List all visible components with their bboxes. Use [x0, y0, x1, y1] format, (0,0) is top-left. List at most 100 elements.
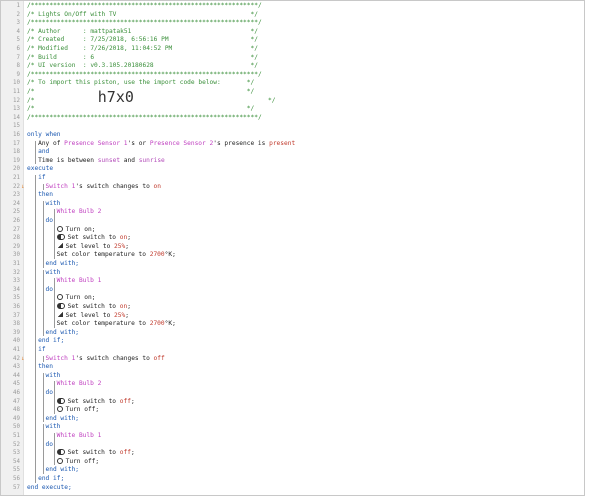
code-line: 1 /**************************************…	[1, 2, 585, 11]
code-line: 34 do	[1, 286, 585, 295]
code-token: 25%	[114, 311, 126, 319]
code-text: Any of Presence Sensor 1's or Presence S…	[38, 140, 295, 149]
code-token: Set switch to	[67, 234, 120, 242]
code-token: White Bulb 1	[56, 432, 102, 439]
level-icon	[56, 312, 63, 318]
line-number: 7	[16, 54, 21, 61]
code-token: present	[269, 139, 296, 147]
code-line: 12 /* h7x0 */	[1, 89, 585, 106]
code-line: 48 Turn off;	[1, 406, 585, 415]
code-token: Set switch to	[67, 303, 120, 310]
code-line: 40 end if;	[1, 337, 585, 346]
code-token: off	[153, 354, 165, 362]
code-token: end with;	[45, 260, 80, 267]
line-number: 42	[13, 355, 20, 362]
code-line: 32 with	[1, 269, 585, 278]
line-number: 31	[13, 261, 20, 267]
code-line: 52 do	[1, 441, 585, 450]
line-number: 36	[13, 304, 20, 310]
code-token: 25%	[114, 242, 126, 250]
code-token: ;	[130, 449, 135, 457]
line-number: 41	[13, 347, 20, 353]
code-token: Set switch to	[67, 449, 120, 457]
code-text: if	[38, 346, 45, 355]
code-token: /* */	[27, 105, 255, 113]
code-token: Set switch to	[67, 397, 120, 405]
code-token: °K;	[164, 320, 176, 328]
code-token: Set level to	[65, 311, 115, 319]
code-token: 's presence is	[213, 139, 270, 147]
code-text: /***************************************…	[27, 114, 262, 123]
code-line: 55 end with;	[1, 466, 585, 475]
code-text: /* To import this piston, use the import…	[27, 79, 254, 88]
line-number: 29	[13, 243, 20, 250]
line-number: 56	[13, 476, 20, 482]
line-number: 51	[13, 433, 20, 439]
code-line: 2 /* Lights On/Off with TV */	[1, 11, 585, 20]
block-rail	[53, 433, 55, 466]
code-line: 31 end with;	[1, 260, 585, 269]
code-line: 36 Set switch to on;	[1, 303, 585, 312]
line-number: 5	[16, 37, 21, 44]
code-token: end execute;	[27, 483, 72, 491]
code-text: /* UI version : v0.3.105.20180628 */	[27, 62, 258, 71]
line-number: 8	[16, 63, 21, 70]
code-token: /* Lights On/Off with TV */	[27, 10, 258, 18]
line-number: 21	[13, 175, 20, 181]
block-rail	[42, 269, 44, 337]
code-token: and	[120, 156, 139, 164]
code-text: end with;	[46, 415, 80, 424]
line-number: 20	[13, 166, 20, 173]
code-line: 9 /**************************************…	[1, 71, 585, 80]
code-token: end with;	[45, 328, 80, 336]
code-line: 5 /* Created : 7/25/2018, 6:56:16 PM */	[1, 36, 585, 45]
line-number: 11	[13, 89, 20, 95]
block-rail	[53, 209, 55, 259]
code-text: execute	[27, 165, 53, 174]
code-token: Presence Sensor 1	[64, 139, 128, 147]
code-token: White Bulb 2	[56, 380, 102, 388]
code-text: Switch 1's switch changes to off	[46, 355, 165, 364]
code-text: Set switch to on;	[56, 234, 131, 243]
code-token: Turn on;	[65, 294, 96, 302]
code-text: with	[46, 200, 61, 209]
code-line: 56 end if;	[1, 475, 585, 484]
line-number: 23	[13, 192, 20, 199]
code-text: end if;	[38, 475, 64, 484]
line-number: 4	[16, 28, 21, 35]
code-line: 44 with	[1, 372, 585, 381]
code-line: 22 ↓ Switch 1's switch changes to on	[1, 183, 585, 192]
code-token: with	[45, 371, 61, 379]
code-token: ;	[125, 311, 129, 319]
code-token: /***************************************…	[27, 70, 262, 78]
code-token: h7x0	[97, 87, 134, 106]
line-number: 30	[13, 252, 20, 259]
code-line: 14 /*************************************…	[1, 114, 585, 123]
block-rail	[42, 183, 44, 191]
code-token: and	[38, 148, 50, 156]
code-token: off	[119, 397, 131, 405]
line-number: 54	[13, 458, 20, 465]
code-line: 25 White Bulb 2	[1, 208, 585, 217]
line-number: 27	[13, 226, 20, 233]
line-number: 37	[13, 312, 20, 319]
code-token: Any of	[38, 139, 65, 147]
code-text: then	[38, 363, 53, 372]
code-line: 53 Set switch to off;	[1, 449, 585, 458]
code-token: do	[45, 440, 53, 448]
line-number: 49	[13, 415, 20, 422]
code-line: 13 /* */	[1, 105, 585, 114]
power-icon	[56, 294, 63, 301]
block-rail	[35, 140, 37, 165]
code-text: then	[38, 191, 53, 200]
line-number: 18	[13, 149, 20, 156]
code-line: 51 White Bulb 1	[1, 432, 585, 441]
code-text: Set color temperature to 2700°K;	[57, 251, 176, 260]
code-token: end if;	[38, 475, 65, 482]
code-line: 42 ↓ Switch 1's switch changes to off	[1, 355, 585, 364]
code-text: end with;	[46, 329, 80, 338]
trigger-marker-icon: ↓	[21, 354, 25, 362]
line-number: 46	[13, 390, 20, 396]
line-number: 2	[16, 11, 21, 18]
code-text: Set switch to off;	[56, 397, 135, 407]
